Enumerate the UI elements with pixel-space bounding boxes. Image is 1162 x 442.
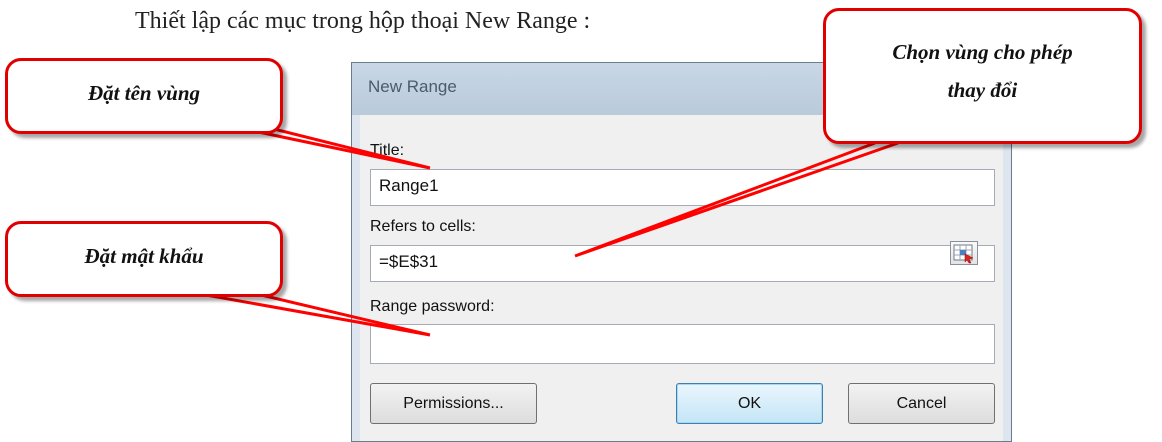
range-collapse-icon[interactable] [950,241,978,265]
ok-button[interactable]: OK [676,383,823,424]
dialog-body: Title: Range1 Refers to cells: =$E$31 Ra… [360,115,1003,441]
range-password-label: Range password: [370,298,495,315]
dialog-title: New Range [368,77,457,96]
callout-range-name: Đặt tên vùng [5,58,283,134]
callout-select-range-line2: thay đổi [947,78,1018,102]
refers-to-cells-label: Refers to cells: [370,218,476,235]
range-password-input[interactable] [370,324,995,364]
title-label: Title: [370,142,405,159]
callout-range-name-text: Đặt tên vùng [87,81,200,105]
permissions-button[interactable]: Permissions... [370,383,537,424]
title-input[interactable]: Range1 [370,169,995,206]
callout-select-range-line1: Chọn vùng cho phép [892,40,1073,64]
callout-password: Đặt mật khẩu [5,221,283,297]
page-heading: Thiết lập các mục trong hộp thoại New Ra… [135,8,591,34]
refers-to-cells-input[interactable]: =$E$31 [370,245,995,282]
callout-password-text: Đặt mật khẩu [84,244,204,268]
cancel-button[interactable]: Cancel [848,383,995,424]
refers-to-cells-value: =$E$31 [379,252,439,271]
callout-select-range: Chọn vùng cho phép thay đổi [823,8,1142,144]
